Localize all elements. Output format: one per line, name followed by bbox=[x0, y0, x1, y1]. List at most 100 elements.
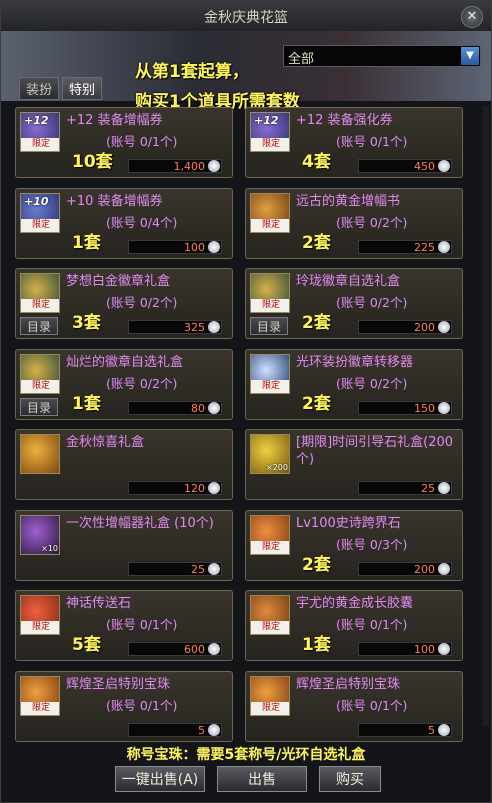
required-sets: 1套 bbox=[72, 232, 101, 253]
item-card[interactable]: 限定 光环装扮徽章转移器 (账号 0/2个) 2套 150 bbox=[245, 348, 463, 420]
item-card[interactable]: 限定 目录 灿烂的徽章自选礼盒 (账号 0/2个) 1套 80 bbox=[15, 348, 233, 420]
item-card[interactable]: 限定 远古的黄金增幅书 (账号 0/2个) 2套 225 bbox=[245, 187, 463, 259]
item-name: +12 装备增幅券 bbox=[66, 113, 163, 128]
item-name: +12 装备强化券 bbox=[296, 113, 393, 128]
account-limit: (账号 0/2个) bbox=[336, 295, 408, 310]
coin-icon bbox=[208, 321, 220, 333]
coin-icon bbox=[208, 240, 220, 253]
price-field: 1,400 bbox=[128, 159, 222, 173]
account-limit: (账号 0/2个) bbox=[106, 375, 178, 391]
plus10-icon[interactable]: +10 限定 bbox=[20, 192, 60, 233]
item-price: 325 bbox=[184, 321, 205, 334]
price-field: 120 bbox=[128, 481, 222, 495]
epic-stone-icon[interactable]: 限定 bbox=[250, 514, 290, 555]
emblem-box-icon[interactable]: 限定 bbox=[20, 353, 60, 394]
plus12-icon[interactable]: +12 限定 bbox=[250, 112, 290, 152]
category-dropdown[interactable]: 全部 ▼ bbox=[283, 45, 481, 67]
required-sets: 4套 bbox=[302, 152, 331, 172]
limited-badge: 限定 bbox=[251, 138, 289, 151]
required-sets: 2套 bbox=[302, 313, 331, 333]
limited-badge: 限定 bbox=[251, 379, 289, 393]
item-name: [期限]时间引导石礼盒(200个) bbox=[296, 435, 454, 467]
item-card[interactable]: 限定 Lv100史诗跨界石 (账号 0/3个) 2套 200 bbox=[245, 509, 463, 581]
stack-count: ×200 bbox=[266, 463, 288, 472]
sell-button[interactable]: 出售 bbox=[217, 766, 307, 792]
footer-note: 称号宝珠：需要5套称号/光环自选礼盒 bbox=[126, 747, 366, 763]
item-card[interactable]: 限定 神话传送石 (账号 0/1个) 5套 600 bbox=[15, 590, 233, 661]
coin-icon bbox=[438, 321, 450, 333]
scrollbar[interactable] bbox=[483, 106, 489, 726]
plus12-icon[interactable]: +12 限定 bbox=[20, 112, 60, 152]
item-name: Lv100史诗跨界石 bbox=[296, 515, 401, 531]
item-card[interactable]: 限定 目录 梦想白金徽章礼盒 (账号 0/2个) 3套 325 bbox=[15, 268, 233, 339]
required-sets: 5套 bbox=[72, 635, 101, 655]
orb-icon[interactable]: 限定 bbox=[20, 675, 60, 716]
limited-badge: 限定 bbox=[251, 299, 289, 312]
catalog-button[interactable]: 目录 bbox=[20, 317, 58, 335]
item-name: 辉煌圣启特别宝珠 bbox=[296, 676, 401, 692]
transfer-icon[interactable]: 限定 bbox=[250, 353, 290, 394]
limited-badge: 限定 bbox=[21, 138, 59, 151]
item-card[interactable]: 限定 辉煌圣启特别宝珠 (账号 0/1个) 5 bbox=[15, 670, 233, 742]
price-field: 80 bbox=[128, 400, 222, 415]
account-limit: (账号 0/1个) bbox=[106, 134, 178, 149]
tab-special[interactable]: 特别 bbox=[62, 77, 103, 100]
account-limit: (账号 0/1个) bbox=[106, 617, 178, 632]
account-limit: (账号 0/1个) bbox=[106, 697, 178, 713]
gift-box-icon[interactable] bbox=[20, 434, 60, 474]
item-card[interactable]: ×200 [期限]时间引导石礼盒(200个) 25 bbox=[245, 429, 463, 500]
item-name: +10 装备增幅券 bbox=[66, 193, 163, 209]
item-card[interactable]: 限定目录 玲珑徽章自选礼盒 (账号 0/2个) 2套 200 bbox=[245, 268, 463, 339]
tab-costume[interactable]: 装扮 bbox=[19, 77, 60, 100]
item-card[interactable]: +12 限定 +12 装备强化券 (账号 0/1个) 4套 450 bbox=[245, 107, 463, 178]
book-icon[interactable]: 限定 bbox=[250, 192, 290, 233]
title-bar[interactable]: 金秋庆典花篮 ✕ bbox=[1, 1, 491, 32]
sell-all-button[interactable]: 一键出售(A) bbox=[115, 766, 205, 792]
stone-icon[interactable]: ×200 bbox=[250, 434, 290, 474]
catalog-button[interactable]: 目录 bbox=[20, 397, 58, 416]
item-price: 1,400 bbox=[173, 160, 206, 173]
item-card[interactable]: +10 限定 +10 装备增幅券 (账号 0/4个) 1套 100 bbox=[15, 187, 233, 259]
item-card[interactable]: 限定 辉煌圣启特别宝珠 (账号 0/1个) 5 bbox=[245, 670, 463, 742]
emblem-box-icon[interactable]: 限定 bbox=[250, 273, 290, 313]
emblem-box-icon[interactable]: 限定 bbox=[20, 273, 60, 313]
price-field: 100 bbox=[128, 239, 222, 254]
price-field: 5 bbox=[128, 722, 222, 737]
item-price: 225 bbox=[414, 240, 435, 254]
item-name: 宇尤的黄金成长胶囊 bbox=[296, 596, 414, 611]
item-price: 25 bbox=[191, 562, 205, 576]
price-field: 25 bbox=[358, 481, 452, 495]
myth-stone-icon[interactable]: 限定 bbox=[20, 595, 60, 635]
item-card[interactable]: ×10 一次性增幅器礼盒 (10个) 25 bbox=[15, 509, 233, 581]
coin-icon bbox=[438, 482, 450, 494]
item-name: 辉煌圣启特别宝珠 bbox=[66, 676, 171, 692]
capsule-icon[interactable]: 限定 bbox=[250, 595, 290, 635]
item-price: 200 bbox=[414, 562, 435, 576]
shop-window: 金秋庆典花篮 ✕ 装扮 特别 全部 ▼ 从第1套起算， 购买1个道具所需套数 +1… bbox=[0, 0, 492, 803]
buy-button[interactable]: 购买 bbox=[319, 766, 381, 792]
price-field: 225 bbox=[358, 239, 452, 254]
item-name: 玲珑徽章自选礼盒 bbox=[296, 274, 401, 289]
close-icon[interactable]: ✕ bbox=[461, 6, 483, 28]
price-field: 325 bbox=[128, 320, 222, 334]
tab-bar: 装扮 特别 bbox=[19, 77, 105, 100]
account-limit: (账号 0/2个) bbox=[106, 295, 178, 310]
amplifier-icon[interactable]: ×10 bbox=[20, 514, 60, 555]
price-field: 5 bbox=[358, 722, 452, 737]
price-field: 200 bbox=[358, 320, 452, 334]
account-limit: (账号 0/2个) bbox=[336, 214, 408, 230]
account-limit: (账号 0/1个) bbox=[336, 617, 408, 632]
item-price: 100 bbox=[184, 240, 205, 254]
limited-badge: 限定 bbox=[251, 218, 289, 232]
enhance-level: +12 bbox=[24, 114, 49, 127]
item-card[interactable]: 金秋惊喜礼盒 120 bbox=[15, 429, 233, 500]
orb-icon[interactable]: 限定 bbox=[250, 675, 290, 716]
item-card[interactable]: 限定 宇尤的黄金成长胶囊 (账号 0/1个) 1套 100 bbox=[245, 590, 463, 661]
coin-icon bbox=[208, 562, 220, 575]
coin-icon bbox=[208, 401, 220, 414]
item-card[interactable]: +12 限定 +12 装备增幅券 (账号 0/1个) 10套 1,400 bbox=[15, 107, 233, 178]
limited-badge: 限定 bbox=[251, 540, 289, 554]
chevron-down-icon[interactable]: ▼ bbox=[461, 47, 479, 65]
catalog-button[interactable]: 目录 bbox=[250, 317, 288, 335]
required-sets: 2套 bbox=[302, 232, 331, 253]
